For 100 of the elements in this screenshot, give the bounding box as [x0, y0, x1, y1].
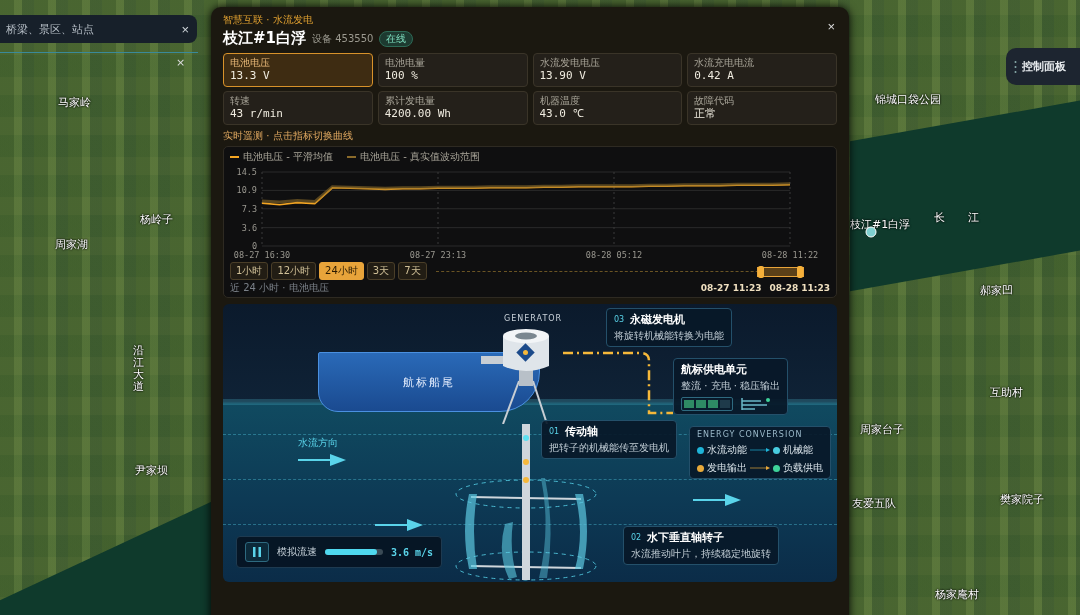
y-tick-label: 3.6 [241, 222, 257, 233]
arrow-icon [750, 465, 770, 471]
metric-value: 100 % [384, 69, 419, 83]
status-badge: 在线 [379, 30, 414, 47]
metric-card[interactable]: 转速 43 r/min [223, 91, 373, 125]
flow-speed-label: 模拟流速 [277, 545, 317, 559]
map-label: 周家台子 [860, 422, 904, 437]
metric-card[interactable]: 机器温度 43.0 ℃ [532, 91, 683, 125]
pause-icon [252, 546, 262, 558]
metric-value: 13.90 V [539, 69, 587, 83]
device-title: 枝江#1白浮 [223, 29, 306, 48]
metric-value: 13.3 V [230, 69, 271, 83]
callout-number: 03 [614, 315, 625, 324]
map-label: 枝江#1白浮 [850, 217, 911, 232]
y-tick-label: 7.3 [241, 203, 257, 214]
range-tab[interactable]: 12小时 [271, 262, 317, 280]
search-field[interactable]: 桥梁、景区、站点 × [0, 15, 197, 43]
close-button[interactable]: × [825, 17, 837, 36]
close-button[interactable]: × [176, 56, 186, 69]
callout-text: 把转子的机械能传至发电机 [549, 441, 669, 455]
metric-card[interactable]: 水流充电电流 0.42 A [687, 53, 837, 87]
map-label: 江 [968, 210, 979, 225]
x-tick-label: 08-28 11:22 [761, 250, 818, 260]
generator-label: GENERATOR [504, 314, 563, 323]
map-label: 杨家庵村 [935, 587, 979, 602]
callout-text: 将旋转机械能转换为电能 [614, 329, 724, 343]
flow-direction-label: 水流方向 [298, 436, 338, 450]
metric-label: 累计发电量 [384, 95, 436, 108]
metric-label: 电池电压 [230, 57, 271, 70]
window-end-label: 08-28 11:23 [769, 283, 830, 293]
chart-caption: 近 24 小时 · 电池电压 [230, 281, 330, 295]
y-tick-label: 14.5 [236, 167, 257, 177]
y-tick-label: 0 [251, 241, 257, 251]
power-unit-text: 整流 · 充电 · 稳压输出 [681, 379, 781, 393]
map-label: 郝家凹 [980, 283, 1013, 298]
telemetry-hint: 实时遥测 · 点击指标切换曲线 [223, 129, 354, 143]
metric-label: 机器温度 [539, 95, 581, 108]
metric-label: 故障代码 [694, 95, 736, 108]
flow-arrow-icon [298, 454, 348, 466]
arrow-icon [750, 447, 770, 453]
power-unit-title: 航标供电单元 [681, 362, 748, 377]
x-tick-label: 08-27 16:30 [233, 250, 291, 260]
legend-item[interactable]: 电池电压 - 平滑均值 [230, 150, 333, 164]
map-label: 樊家院子 [1000, 492, 1044, 507]
energy-target: 机械能 [783, 443, 813, 457]
map-label: 沿江大道 [133, 345, 144, 394]
range-slider[interactable] [757, 266, 804, 277]
metric-card[interactable]: 电池电量 100 % [377, 53, 528, 87]
flow-arrow-icon [375, 519, 425, 531]
map-label: 周家湖 [55, 237, 88, 252]
metric-label: 转速 [230, 95, 251, 108]
metric-value: 0.42 A [694, 69, 735, 83]
shaft-drawing [521, 424, 531, 474]
output-bars-icon [741, 397, 771, 411]
metric-value: 4200.00 Wh [384, 107, 452, 121]
window-start-label: 08-27 11:23 [700, 283, 762, 293]
x-tick-label: 08-28 05:12 [585, 250, 643, 260]
energy-source: 发电输出 [707, 461, 747, 475]
metric-card[interactable]: 累计发电量 4200.00 Wh [377, 91, 528, 125]
map-label: 尹家坝 [135, 463, 168, 478]
callout-title: 永磁发电机 [630, 312, 686, 327]
x-tick-label: 08-27 23:13 [409, 250, 467, 260]
map-label: 互助村 [990, 385, 1023, 400]
metric-value: 43.0 ℃ [539, 107, 585, 121]
flow-speed-reading: 3.6 m/s [391, 546, 434, 558]
control-panel-button[interactable]: 控制面板 [1006, 48, 1080, 85]
metric-value: 正常 [694, 107, 718, 121]
device-id: 设备 453550 [312, 31, 374, 46]
map-label: 长 [934, 210, 945, 225]
pause-button[interactable] [245, 542, 269, 562]
metric-card[interactable]: 电池电压 13.3 V [223, 53, 373, 87]
range-tab[interactable]: 24小时 [319, 262, 364, 280]
metric-label: 电池电量 [384, 57, 426, 70]
energy-title: ENERGY CONVERSION [697, 430, 804, 439]
metric-value: 43 r/min [230, 107, 284, 121]
callout-number: 01 [549, 427, 560, 436]
callout-title: 传动轴 [565, 424, 599, 439]
boat-label: 航标船尾 [403, 374, 455, 390]
y-tick-label: 10.9 [236, 185, 257, 196]
map-label: 马家岭 [58, 95, 91, 110]
map-label: 友爱五队 [852, 496, 896, 511]
metric-card[interactable]: 水流发电电压 13.90 V [532, 53, 683, 87]
metric-label: 水流充电电流 [694, 57, 756, 70]
energy-target: 负载供电 [783, 461, 823, 475]
energy-source: 水流动能 [707, 443, 747, 457]
range-tab[interactable]: 3天 [366, 262, 396, 280]
callout-text: 水流推动叶片，持续稳定地旋转 [631, 547, 771, 561]
map-label: 锦城口袋公园 [875, 92, 941, 107]
callout-number: 02 [631, 533, 642, 542]
range-tab[interactable]: 7天 [398, 262, 427, 280]
range-tab[interactable]: 1小时 [230, 262, 269, 280]
more-icon [1014, 59, 1017, 74]
legend-item[interactable]: 电池电压 - 真实值波动范围 [346, 150, 480, 164]
breadcrumb: 智慧互联 · 水流发电 [223, 13, 314, 27]
metric-label: 水流发电电压 [539, 57, 601, 70]
callout-title: 水下垂直轴转子 [647, 530, 725, 545]
metric-card[interactable]: 故障代码 正常 [687, 91, 837, 125]
flow-arrow-icon [693, 494, 743, 506]
map-label: 杨岭子 [140, 212, 173, 227]
clear-button[interactable]: × [181, 21, 189, 37]
